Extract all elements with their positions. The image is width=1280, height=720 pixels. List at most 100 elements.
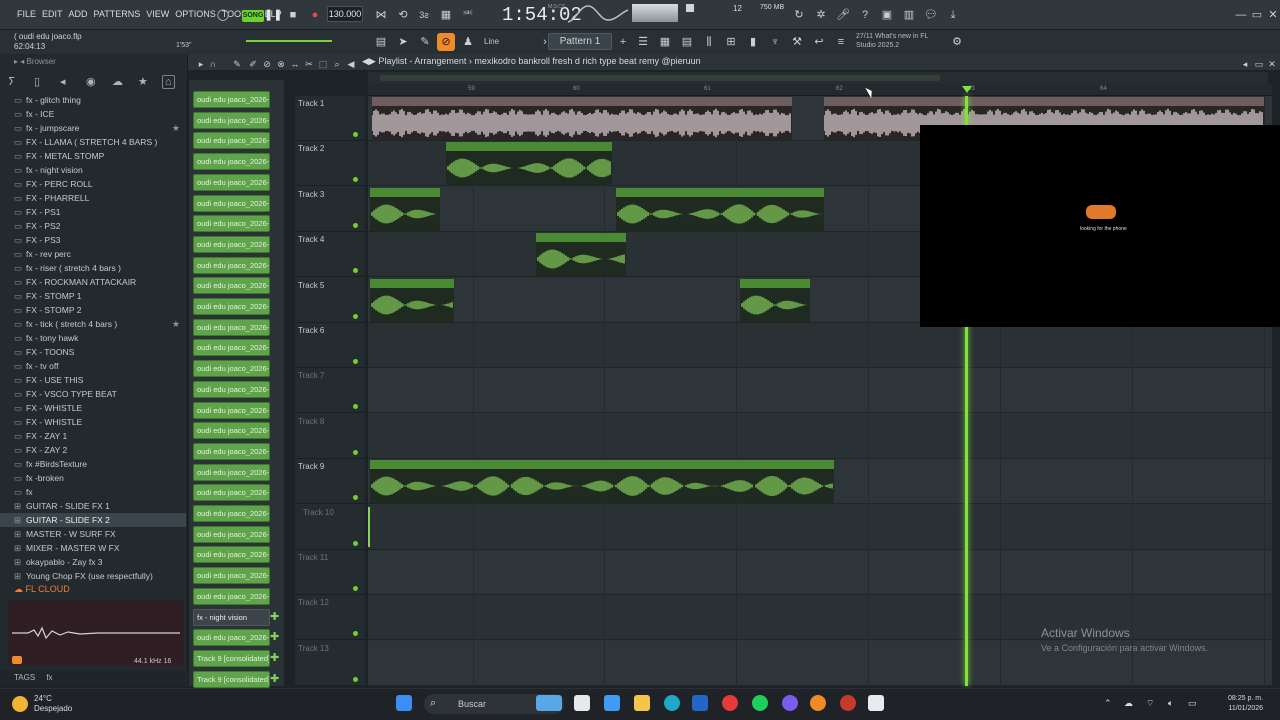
menu-view[interactable]: VIEW: [143, 9, 172, 19]
song-mode-toggle[interactable]: SONG: [242, 10, 264, 22]
track-mute-led[interactable]: [353, 404, 358, 410]
master-pitch-slider[interactable]: [246, 40, 332, 42]
channel-button[interactable]: oudi edu joaco_2026-01...: [193, 153, 270, 171]
menu-edit[interactable]: EDIT: [39, 9, 66, 19]
track-mute-led[interactable]: [353, 631, 358, 637]
favorite-star-icon[interactable]: ★: [172, 121, 180, 135]
browser-item[interactable]: ▭ fx -broken: [0, 471, 186, 485]
file-explorer-icon[interactable]: [634, 695, 650, 711]
browser-item[interactable]: ▭ fx - rev perc: [0, 247, 186, 261]
track-header[interactable]: Track 2: [295, 141, 365, 187]
browser-item[interactable]: ⊞ MIXER - MASTER W FX: [0, 541, 186, 555]
folder-icon[interactable]: ⌂: [162, 75, 175, 89]
record-mode-icon[interactable]: ◯: [214, 6, 232, 24]
pattern-selector[interactable]: Pattern 1: [548, 33, 612, 50]
channel-button[interactable]: oudi edu joaco_2026-01...: [193, 194, 270, 212]
discord-icon[interactable]: [782, 695, 798, 711]
plugin-picker-icon[interactable]: ▮: [744, 33, 762, 51]
tray-cloud-icon[interactable]: ☁: [1124, 698, 1133, 709]
news-panel[interactable]: 27/11 What's new in FL Studio 2025.2: [856, 32, 940, 50]
browser-item[interactable]: ▭ fx #BirdsTexture: [0, 457, 186, 471]
channel-button[interactable]: oudi edu joaco_2026-01...: [193, 546, 270, 564]
wrench-icon[interactable]: ⚒: [788, 33, 806, 51]
fl-cloud-label[interactable]: ☁ FL CLOUD: [14, 584, 70, 595]
track-mute-led[interactable]: [353, 540, 358, 546]
task-view-icon[interactable]: [574, 695, 590, 711]
channel-button[interactable]: fx - night vision: [193, 608, 270, 626]
browser-item[interactable]: ▭ FX - ROCKMAN ATTACKAIR: [0, 275, 186, 289]
channel-button[interactable]: oudi edu joaco_2026-01...: [193, 360, 270, 378]
audio-clip[interactable]: oudi edu jo...-59-07_2024: [536, 233, 626, 277]
blend-icon[interactable]: ⎃: [459, 6, 477, 24]
browser-item[interactable]: ▭ FX - USE THIS: [0, 373, 186, 387]
browser-item[interactable]: ▭ FX - LLAMA ( STRETCH 4 BARS ): [0, 135, 186, 149]
browser-item[interactable]: ⊞ Young Chop FX (use respectfully): [0, 569, 186, 583]
chat-icon[interactable]: 💬︎: [922, 6, 940, 24]
browser-item[interactable]: ▭ fx - glitch thing: [0, 93, 186, 107]
tray-battery-icon[interactable]: ▭: [1188, 698, 1197, 709]
track-mute-led[interactable]: [353, 268, 358, 274]
browser-item[interactable]: ▭ FX - WHISTLE: [0, 401, 186, 415]
channel-button[interactable]: Track 9 [consolidated]...: [193, 670, 270, 688]
browser-item[interactable]: ⊞ MASTER - W SURF FX: [0, 527, 186, 541]
back-icon[interactable]: ◂: [60, 75, 66, 88]
snap-magnet-icon[interactable]: ⊘: [437, 33, 455, 51]
channel-button[interactable]: oudi edu joaco_2026-01...: [193, 567, 270, 585]
track-header[interactable]: Track 12: [295, 595, 365, 641]
browser-item[interactable]: ▭ fx - tick ( stretch 4 bars ) ★: [0, 317, 186, 331]
channel-button[interactable]: oudi edu joaco_2026-01...: [193, 463, 270, 481]
channel-button[interactable]: oudi edu joaco_2026-01...: [193, 587, 270, 605]
magnet-icon[interactable]: ∩: [204, 55, 222, 73]
save-icon[interactable]: ▣: [878, 6, 896, 24]
song-position-marker[interactable]: [962, 86, 972, 93]
channel-button[interactable]: oudi edu joaco_2026-01...: [193, 235, 270, 253]
playlist-icon[interactable]: ☰: [634, 33, 652, 51]
browser-icon[interactable]: ⊞: [722, 33, 740, 51]
add-channel-icon[interactable]: ✚: [270, 673, 280, 685]
record-icon[interactable]: ●: [306, 6, 324, 24]
browser-item[interactable]: ⊞ GUITAR - SLIDE FX 2: [0, 513, 186, 527]
track-header[interactable]: Track 8: [295, 414, 365, 459]
opera-icon[interactable]: [722, 695, 738, 711]
menu-file[interactable]: FILE: [14, 9, 39, 19]
metronome-icon[interactable]: ⋈: [372, 6, 390, 24]
browser-item[interactable]: ▭ FX - STOMP 1: [0, 289, 186, 303]
close-icon[interactable]: ✕: [1264, 6, 1280, 24]
snap-mode-label[interactable]: Line: [484, 37, 499, 46]
channel-button[interactable]: oudi edu joaco_2026-01...: [193, 318, 270, 336]
browser-item[interactable]: ▭ FX - TOONS: [0, 345, 186, 359]
tray-chevron-icon[interactable]: ⌃: [1104, 698, 1112, 709]
plugin-icon[interactable]: ◉: [86, 75, 96, 88]
channel-button[interactable]: oudi edu joaco_2026-01...: [193, 525, 270, 543]
audio-clip[interactable]: oudi edu joaco_2026-01-11 19-48-19_2024: [446, 142, 612, 186]
track-lane[interactable]: [368, 413, 1272, 459]
browser-item[interactable]: ▭ FX - METAL STOMP: [0, 149, 186, 163]
file-icon[interactable]: ▯: [34, 75, 40, 88]
browser-item[interactable]: ▭ FX - PS3: [0, 233, 186, 247]
preview-play-icon[interactable]: [12, 656, 22, 664]
browser-item[interactable]: ▭ fx - riser ( stretch 4 bars ): [0, 261, 186, 275]
tempo-tap-icon[interactable]: ≡: [832, 33, 850, 51]
plugin-wrapper-icon[interactable]: ✲: [812, 6, 830, 24]
add-channel-icon[interactable]: ✚: [270, 652, 280, 664]
edge-icon[interactable]: [664, 695, 680, 711]
track-lane[interactable]: [368, 368, 1272, 414]
track-mute-led[interactable]: [353, 586, 358, 591]
add-channel-icon[interactable]: ✚: [270, 631, 280, 643]
weather-widget[interactable]: 24°C Despejado: [34, 694, 72, 714]
tray-wifi-icon[interactable]: ⌔: [1146, 698, 1154, 709]
tempo-display[interactable]: 130.000: [327, 6, 363, 22]
browser-item[interactable]: ▭ fx - jumpscare ★: [0, 121, 186, 135]
mic-icon[interactable]: 🎤︎: [834, 6, 852, 24]
browser-item[interactable]: ▭ fx - tony hawk: [0, 331, 186, 345]
search-highlight-icon[interactable]: [536, 695, 562, 711]
channel-button[interactable]: oudi edu joaco_2026-01...: [193, 380, 270, 398]
channel-button[interactable]: oudi edu joaco_2026-01...: [193, 173, 270, 191]
browser-item[interactable]: ▭ FX - PS1: [0, 205, 186, 219]
browser-item[interactable]: ▭ FX - PS2: [0, 219, 186, 233]
pattern-add-icon[interactable]: +: [614, 33, 632, 51]
tray-volume-icon[interactable]: 🔈︎: [1168, 698, 1173, 709]
track-mute-led[interactable]: [353, 177, 358, 183]
channel-button[interactable]: oudi edu joaco_2026-01...: [193, 91, 270, 108]
channel-button[interactable]: oudi edu joaco_2026-01...: [193, 422, 270, 440]
